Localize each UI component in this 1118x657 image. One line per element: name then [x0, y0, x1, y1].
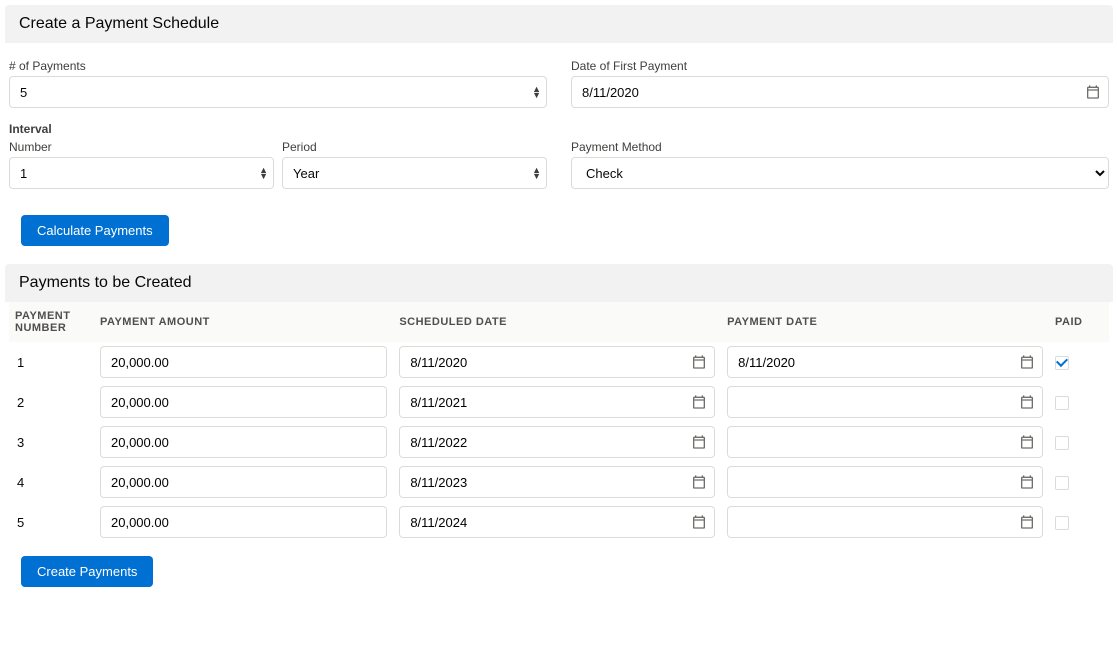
payment-date-input[interactable] — [727, 426, 1043, 458]
payment-amount-input[interactable] — [100, 466, 387, 498]
scheduled-date-input[interactable] — [399, 506, 715, 538]
payments-table: Payment Number Payment Amount Scheduled … — [9, 302, 1109, 542]
interval-period-label: Period — [282, 140, 547, 154]
num-payments-input[interactable] — [9, 76, 547, 108]
calendar-icon[interactable] — [1019, 434, 1035, 450]
calendar-icon[interactable] — [1019, 354, 1035, 370]
calendar-icon[interactable] — [691, 394, 707, 410]
table-row: 5 — [9, 502, 1109, 542]
first-payment-date-label: Date of First Payment — [571, 59, 1109, 73]
paid-checkbox[interactable] — [1055, 396, 1069, 410]
first-payment-date-input[interactable] — [571, 76, 1109, 108]
calendar-icon[interactable] — [1085, 84, 1101, 100]
payment-amount-input[interactable] — [100, 506, 387, 538]
payment-date-input[interactable] — [727, 466, 1043, 498]
calendar-icon[interactable] — [1019, 514, 1035, 530]
payment-number-cell: 4 — [9, 462, 94, 502]
th-scheduled-date: Scheduled Date — [393, 302, 721, 342]
scheduled-date-input[interactable] — [399, 386, 715, 418]
results-section-title: Payments to be Created — [5, 264, 1113, 302]
interval-number-input[interactable] — [9, 157, 274, 189]
payment-amount-input[interactable] — [100, 426, 387, 458]
payment-date-input[interactable] — [727, 386, 1043, 418]
num-payments-label: # of Payments — [9, 59, 547, 73]
paid-checkbox[interactable] — [1055, 516, 1069, 530]
payment-amount-input[interactable] — [100, 386, 387, 418]
calculate-payments-button[interactable]: Calculate Payments — [21, 215, 169, 246]
interval-period-input[interactable] — [282, 157, 547, 189]
calendar-icon[interactable] — [691, 514, 707, 530]
table-row: 3 — [9, 422, 1109, 462]
payment-number-cell: 2 — [9, 382, 94, 422]
create-schedule-section: Create a Payment Schedule # of Payments … — [5, 5, 1113, 246]
table-row: 1 — [9, 342, 1109, 382]
calendar-icon[interactable] — [691, 434, 707, 450]
calendar-icon[interactable] — [691, 354, 707, 370]
th-payment-amount: Payment Amount — [94, 302, 393, 342]
th-paid: Paid — [1049, 302, 1109, 342]
paid-checkbox[interactable] — [1055, 436, 1069, 450]
th-payment-date: Payment Date — [721, 302, 1049, 342]
table-row: 2 — [9, 382, 1109, 422]
paid-checkbox[interactable] — [1055, 476, 1069, 490]
calendar-icon[interactable] — [1019, 474, 1035, 490]
interval-label: Interval — [9, 122, 1109, 136]
create-payments-button[interactable]: Create Payments — [21, 556, 153, 587]
scheduled-date-input[interactable] — [399, 426, 715, 458]
paid-checkbox[interactable] — [1055, 356, 1069, 370]
payment-method-select[interactable]: Check — [571, 157, 1109, 189]
payment-method-label: Payment Method — [571, 140, 1109, 154]
schedule-section-title: Create a Payment Schedule — [5, 5, 1113, 43]
interval-number-label: Number — [9, 140, 274, 154]
calendar-icon[interactable] — [1019, 394, 1035, 410]
payment-number-cell: 5 — [9, 502, 94, 542]
payment-date-input[interactable] — [727, 506, 1043, 538]
payments-to-create-section: Payments to be Created Payment Number Pa… — [5, 264, 1113, 587]
payment-amount-input[interactable] — [100, 346, 387, 378]
scheduled-date-input[interactable] — [399, 346, 715, 378]
payment-date-input[interactable] — [727, 346, 1043, 378]
payment-number-cell: 3 — [9, 422, 94, 462]
payment-number-cell: 1 — [9, 342, 94, 382]
table-row: 4 — [9, 462, 1109, 502]
th-payment-number: Payment Number — [9, 302, 94, 342]
calendar-icon[interactable] — [691, 474, 707, 490]
scheduled-date-input[interactable] — [399, 466, 715, 498]
